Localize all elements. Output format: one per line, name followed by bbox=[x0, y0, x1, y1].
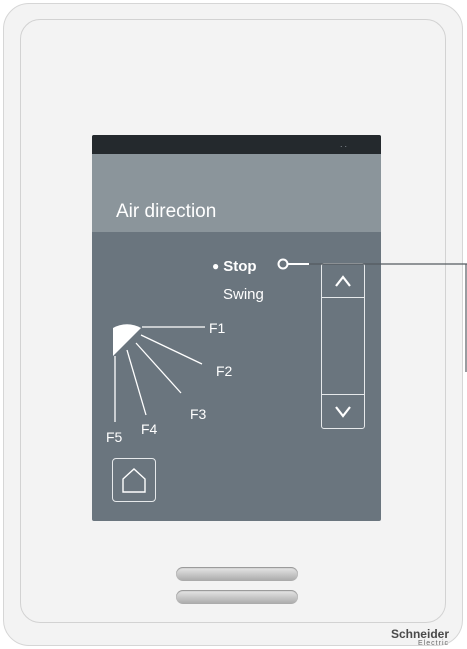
brand-name: Schneider bbox=[390, 627, 449, 641]
brand-sub: Electric bbox=[418, 640, 449, 647]
sensor-slot-bottom bbox=[176, 590, 298, 604]
sensor-slot-top bbox=[176, 567, 298, 581]
callout-line bbox=[277, 258, 467, 372]
brand-logo: Schneider Electric bbox=[391, 628, 449, 648]
callout-marker-icon bbox=[277, 258, 289, 270]
